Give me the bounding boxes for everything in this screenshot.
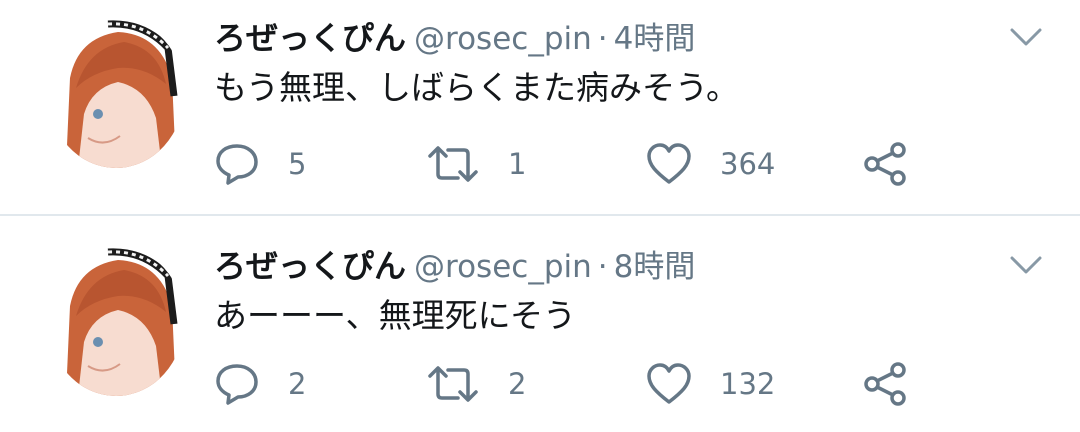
retweet-button[interactable]: 2 xyxy=(426,356,526,412)
separator: · xyxy=(597,21,608,57)
share-button[interactable] xyxy=(862,136,908,192)
separator: · xyxy=(597,249,608,285)
tweet-header: ろぜっくぴん @rosec_pin · 4時間 xyxy=(214,16,695,66)
chevron-down-icon[interactable] xyxy=(1006,254,1046,278)
timeline: ろぜっくぴん @rosec_pin · 4時間 もう無理、しばらくまた病みそう。 5 … xyxy=(0,0,1080,432)
tweet-actions: 2 2 132 xyxy=(0,356,1080,412)
reply-count: 2 xyxy=(288,367,307,401)
author-handle[interactable]: @rosec_pin xyxy=(414,249,592,285)
tweet-header: ろぜっくぴん @rosec_pin · 8時間 xyxy=(214,244,695,294)
tweet-actions: 5 1 364 xyxy=(0,136,1080,192)
retweet-icon xyxy=(426,144,480,184)
share-icon xyxy=(862,142,908,186)
like-icon xyxy=(646,142,692,186)
tweet[interactable]: ろぜっくぴん @rosec_pin · 4時間 もう無理、しばらくまた病みそう。 5 … xyxy=(0,0,1080,216)
like-button[interactable]: 132 xyxy=(646,356,775,412)
author-name[interactable]: ろぜっくぴん xyxy=(214,19,406,57)
like-button[interactable]: 364 xyxy=(646,136,775,192)
author-handle[interactable]: @rosec_pin xyxy=(414,21,592,57)
like-icon xyxy=(646,362,692,406)
tweet-time[interactable]: 4時間 xyxy=(614,21,696,57)
tweet[interactable]: ろぜっくぴん@rosec_pin·8時間 あーーー、無理死にそう 2 2 xyxy=(0,216,1080,432)
tweet-time[interactable]: 8時間 xyxy=(614,249,696,285)
like-count: 364 xyxy=(720,147,776,181)
share-icon xyxy=(862,362,908,406)
retweet-button[interactable]: 1 xyxy=(426,136,526,192)
like-count: 132 xyxy=(720,367,776,401)
tweet-text: あーーー、無理死にそう xyxy=(214,296,577,335)
tweet-text: もう無理、しばらくまた病みそう。 xyxy=(214,68,740,107)
reply-button[interactable]: 5 xyxy=(214,136,306,192)
reply-count: 5 xyxy=(288,147,307,181)
chevron-down-icon[interactable] xyxy=(1006,26,1046,50)
reply-button[interactable]: 2 xyxy=(214,356,306,412)
retweet-count: 1 xyxy=(508,147,527,181)
retweet-icon xyxy=(426,364,480,404)
reply-icon xyxy=(214,141,260,187)
author-name[interactable]: ろぜっくぴん xyxy=(214,247,406,285)
reply-icon xyxy=(214,361,260,407)
share-button[interactable] xyxy=(862,356,908,412)
retweet-count: 2 xyxy=(508,367,527,401)
